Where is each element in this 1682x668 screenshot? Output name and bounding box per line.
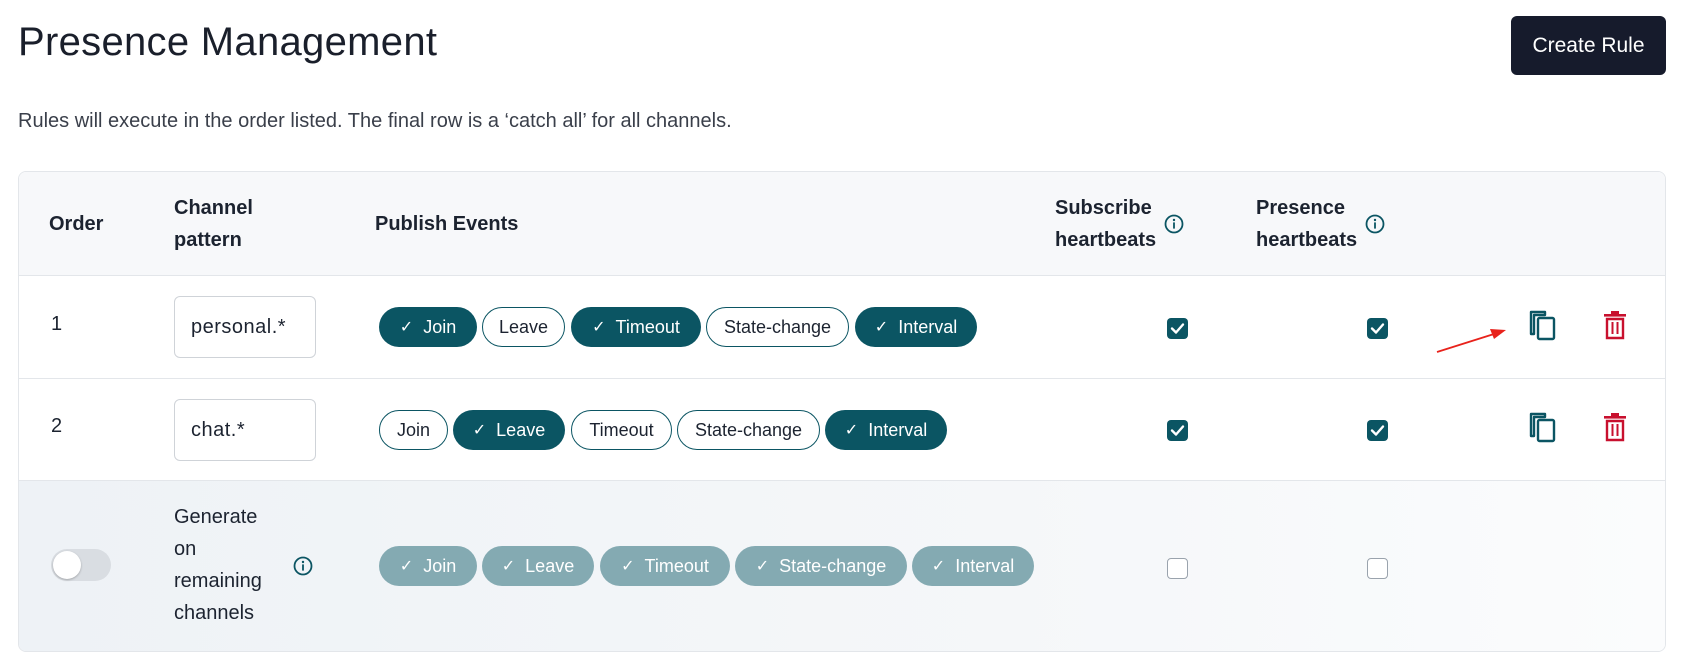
create-rule-button[interactable]: Create Rule [1511, 16, 1666, 75]
event-pill-leave[interactable]: ✓ Leave [453, 410, 565, 450]
catch-all-toggle[interactable] [51, 549, 111, 581]
channel-pattern-input[interactable] [174, 399, 316, 461]
column-publish-events: Publish Events [375, 213, 519, 235]
trash-icon[interactable] [1600, 309, 1630, 341]
column-presence-line2: heartbeats [1256, 229, 1358, 251]
column-subscribe-line1: Subscribe [1055, 197, 1152, 219]
presence-heartbeats-checkbox[interactable] [1367, 558, 1388, 579]
check-icon: ✓ [844, 422, 859, 439]
subscribe-heartbeats-checkbox[interactable] [1167, 318, 1188, 339]
check-icon: ✓ [399, 558, 414, 575]
column-channel-line1: Channel [174, 197, 253, 219]
check-icon [1170, 323, 1185, 334]
check-icon: ✓ [501, 558, 516, 575]
event-pill-timeout[interactable]: ✓ Timeout [571, 307, 701, 347]
copy-icon[interactable] [1528, 411, 1558, 443]
event-pill-interval: ✓ Interval [912, 546, 1034, 586]
check-icon: ✓ [874, 319, 889, 336]
check-icon: ✓ [592, 319, 606, 336]
column-order: Order [49, 213, 104, 235]
subscribe-heartbeats-checkbox[interactable] [1167, 558, 1188, 579]
event-pill-leave[interactable]: Leave [482, 307, 565, 347]
page-title: Presence Management [18, 20, 438, 64]
presence-heartbeats-checkbox[interactable] [1367, 420, 1388, 441]
check-icon [1170, 425, 1185, 436]
column-channel-pattern: Channel pattern [174, 192, 253, 256]
info-icon[interactable] [1365, 214, 1385, 234]
event-pill-join[interactable]: Join [379, 410, 448, 450]
presence-heartbeats-checkbox[interactable] [1367, 318, 1388, 339]
catch-all-row: Generate on remaining channels ✓ Join ✓ Le… [19, 481, 1665, 651]
check-icon [1370, 323, 1385, 334]
column-presence-heartbeats: Presence heartbeats [1256, 192, 1357, 256]
event-pill-interval[interactable]: ✓ Interval [855, 307, 977, 347]
page-subtitle: Rules will execute in the order listed. … [18, 110, 732, 132]
event-pill-leave: ✓ Leave [482, 546, 594, 586]
channel-pattern-input[interactable] [174, 296, 316, 358]
check-icon: ✓ [755, 558, 770, 575]
column-channel-line2: pattern [174, 229, 242, 251]
rule-order: 2 [51, 415, 63, 437]
event-pill-interval[interactable]: ✓ Interval [825, 410, 947, 450]
trash-icon[interactable] [1600, 411, 1630, 443]
column-subscribe-heartbeats: Subscribe heartbeats [1055, 192, 1156, 256]
check-icon: ✓ [621, 558, 635, 575]
check-icon: ✓ [472, 422, 487, 439]
event-pill-timeout: ✓ Timeout [600, 546, 730, 586]
table-row: 1 ✓Join Leave ✓Timeout State-change ✓Int… [19, 276, 1665, 379]
catch-all-label: Generate on remaining channels [174, 506, 262, 624]
event-pill-state-change[interactable]: State-change [706, 307, 849, 347]
copy-icon[interactable] [1528, 309, 1558, 341]
table-header: Order Channel pattern Publish Events Sub… [19, 172, 1665, 276]
event-pill-state-change[interactable]: State-change [677, 410, 820, 450]
check-icon: ✓ [931, 558, 946, 575]
check-icon [1370, 425, 1385, 436]
rule-order: 1 [51, 313, 63, 335]
table-row: 2 Join ✓Leave Timeout State-change ✓Inte… [19, 379, 1665, 481]
toggle-knob [53, 551, 81, 579]
event-pill-join: ✓ Join [379, 546, 477, 586]
subscribe-heartbeats-checkbox[interactable] [1167, 420, 1188, 441]
column-subscribe-line2: heartbeats [1055, 229, 1157, 251]
event-pill-state-change: ✓ State-change [735, 546, 907, 586]
rules-table: Order Channel pattern Publish Events Sub… [18, 171, 1666, 652]
column-presence-line1: Presence [1256, 197, 1345, 219]
event-pill-join[interactable]: ✓ Join [379, 307, 477, 347]
event-pill-timeout[interactable]: Timeout [571, 410, 672, 450]
check-icon: ✓ [399, 319, 414, 336]
info-icon[interactable] [1164, 214, 1184, 234]
info-icon[interactable] [293, 556, 313, 576]
